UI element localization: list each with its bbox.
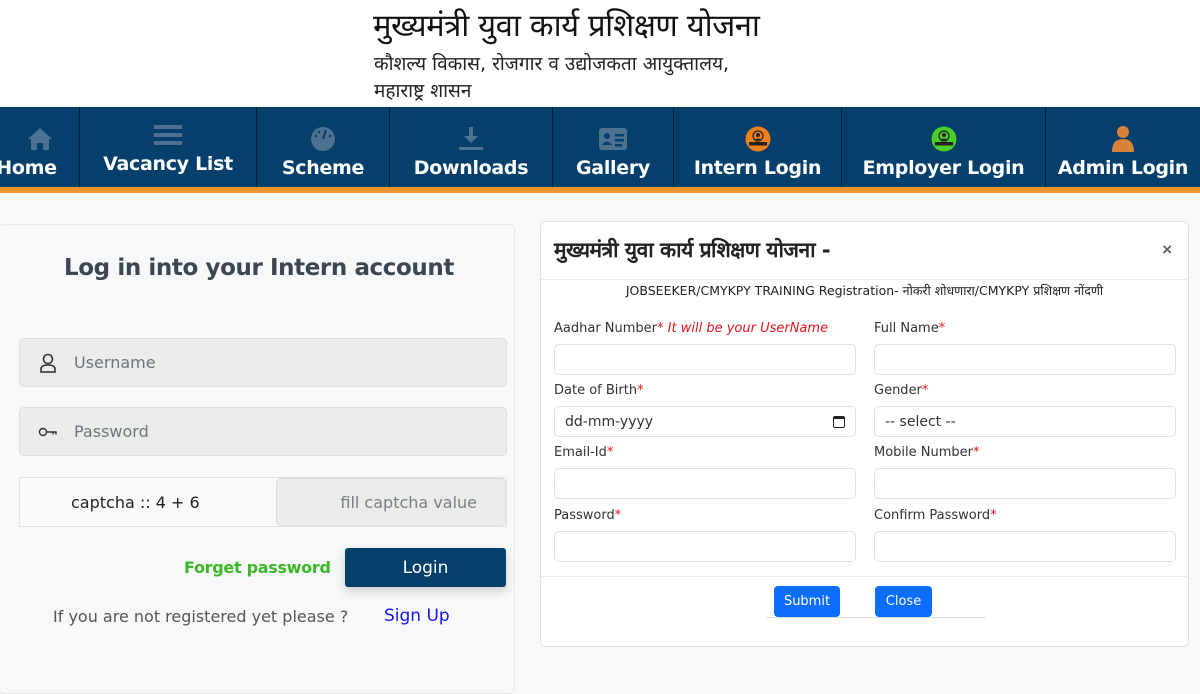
button-underline xyxy=(766,617,986,618)
reg-password-label-text: Password xyxy=(554,508,615,523)
login-button[interactable]: Login xyxy=(345,548,506,587)
key-icon xyxy=(38,422,58,442)
user-outline-icon xyxy=(38,353,58,373)
captcha-field[interactable] xyxy=(276,478,506,526)
list-icon xyxy=(153,121,183,149)
dob-label-text: Date of Birth xyxy=(554,383,638,398)
site-title: मुख्यमंत्री युवा कार्य प्रशिक्षण योजना xyxy=(373,8,760,44)
modal-footer-divider xyxy=(541,576,1188,577)
modal-subtitle: JOBSEEKER/CMYKPY TRAINING Registration- … xyxy=(625,283,1104,298)
required-mark: * xyxy=(921,383,929,398)
captcha-question: captcha :: 4 + 6 xyxy=(71,492,200,512)
email-label-text: Email-Id xyxy=(554,445,607,460)
mobile-label: Mobile Number* xyxy=(874,445,980,460)
email-label: Email-Id* xyxy=(554,445,613,460)
aadhar-input[interactable] xyxy=(565,351,845,368)
full-name-input[interactable] xyxy=(885,351,1165,368)
confirm-password-field[interactable] xyxy=(874,531,1176,562)
not-registered-text: If you are not registered yet please ? xyxy=(53,607,349,626)
modal-header: मुख्यमंत्री युवा कार्य प्रशिक्षण योजना -… xyxy=(541,222,1188,280)
submit-button[interactable]: Submit xyxy=(774,586,840,617)
nav-label: Vacancy List xyxy=(103,153,233,175)
confirm-password-input[interactable] xyxy=(885,538,1165,555)
nav-label: Admin Login xyxy=(1057,157,1189,179)
modal-title: मुख्यमंत्री युवा कार्य प्रशिक्षण योजना - xyxy=(554,238,831,262)
confirm-password-label: Confirm Password* xyxy=(874,508,997,523)
password-field[interactable] xyxy=(19,407,507,456)
user-icon xyxy=(1108,125,1138,153)
employer-badge-icon xyxy=(929,125,959,153)
email-field[interactable] xyxy=(554,468,856,499)
mobile-field[interactable] xyxy=(874,468,1176,499)
username-field[interactable] xyxy=(19,338,507,387)
reg-password-label: Password* xyxy=(554,508,621,523)
required-mark: * xyxy=(938,321,946,336)
nav-item-vacancy-list[interactable]: Vacancy List xyxy=(80,107,257,187)
confirm-password-label-text: Confirm Password xyxy=(874,508,991,523)
site-header: मुख्यमंत्री युवा कार्य प्रशिक्षण योजना क… xyxy=(0,0,1200,107)
aadhar-label-text: Aadhar Number xyxy=(554,321,658,336)
nav-item-scheme[interactable]: Scheme xyxy=(257,107,390,187)
nav-item-employer-login[interactable]: Employer Login xyxy=(842,107,1046,187)
full-name-label-text: Full Name xyxy=(874,321,939,336)
nav-item-home[interactable]: Home xyxy=(0,107,80,187)
gender-selected-value: -- select -- xyxy=(885,413,956,430)
login-title: Log in into your Intern account xyxy=(64,255,454,281)
close-button[interactable]: Close xyxy=(875,586,932,617)
nav-label: Scheme xyxy=(281,157,365,179)
dob-label: Date of Birth* xyxy=(554,383,644,398)
dob-input[interactable]: dd-mm-yyyy xyxy=(565,414,833,430)
aadhar-field[interactable] xyxy=(554,344,856,375)
full-name-label: Full Name* xyxy=(874,321,945,336)
nav-item-admin-login[interactable]: Admin Login xyxy=(1046,107,1200,187)
gender-label-text: Gender xyxy=(874,383,922,398)
nav-label: Intern Login xyxy=(693,157,822,179)
password-input[interactable] xyxy=(74,422,474,441)
nav-label: Gallery xyxy=(576,157,650,179)
reg-password-field[interactable] xyxy=(554,531,856,562)
registration-modal: मुख्यमंत्री युवा कार्य प्रशिक्षण योजना -… xyxy=(540,221,1189,647)
username-input[interactable] xyxy=(74,353,474,372)
nav-item-intern-login[interactable]: Intern Login xyxy=(674,107,842,187)
gender-select[interactable]: -- select -- xyxy=(874,406,1176,437)
aadhar-label: Aadhar Number* It will be your UserName xyxy=(554,321,828,336)
mobile-label-text: Mobile Number xyxy=(874,445,973,460)
calendar-icon[interactable] xyxy=(833,415,845,428)
email-input[interactable] xyxy=(565,475,845,492)
full-name-field[interactable] xyxy=(874,344,1176,375)
gender-label: Gender* xyxy=(874,383,928,398)
forget-password-link[interactable]: Forget password xyxy=(184,558,331,577)
main-nav: Home Vacancy List Scheme Downloads Galle… xyxy=(0,107,1200,187)
reg-password-input[interactable] xyxy=(565,538,845,555)
home-icon xyxy=(25,125,55,153)
close-icon[interactable]: × xyxy=(1162,240,1172,260)
nav-label: Downloads xyxy=(413,157,529,179)
nav-label: Employer Login xyxy=(862,157,1025,179)
required-mark: * xyxy=(657,321,664,336)
dashboard-icon xyxy=(308,125,338,153)
nav-item-downloads[interactable]: Downloads xyxy=(390,107,553,187)
site-subtitle-line2: महाराष्ट्र शासन xyxy=(374,80,472,102)
site-subtitle-line1: कौशल्य विकास, रोजगार व उद्योजकता आयुक्ता… xyxy=(374,53,730,75)
download-icon xyxy=(456,125,486,153)
nav-label: Home xyxy=(0,157,57,179)
aadhar-hint: It will be your UserName xyxy=(667,321,829,336)
captcha-row: captcha :: 4 + 6 xyxy=(19,477,507,527)
captcha-input[interactable] xyxy=(297,492,477,512)
required-mark: * xyxy=(990,508,997,523)
dob-field[interactable]: dd-mm-yyyy xyxy=(554,406,856,437)
nav-accent-bar xyxy=(0,187,1200,193)
intern-badge-icon xyxy=(743,125,773,153)
nav-item-gallery[interactable]: Gallery xyxy=(553,107,674,187)
required-mark: * xyxy=(606,445,614,460)
id-card-icon xyxy=(598,125,628,153)
mobile-input[interactable] xyxy=(885,475,1165,492)
required-mark: * xyxy=(637,383,644,398)
required-mark: * xyxy=(973,445,980,460)
sign-up-link[interactable]: Sign Up xyxy=(384,606,450,626)
required-mark: * xyxy=(614,508,622,523)
